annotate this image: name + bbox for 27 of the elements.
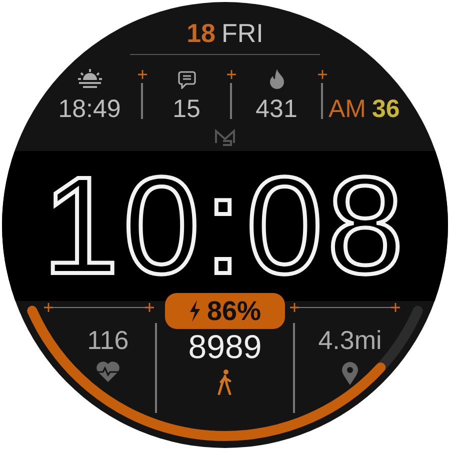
plus-icon[interactable]	[138, 70, 146, 79]
period: AM	[328, 95, 366, 123]
stat-value[interactable]: 4.3mi	[318, 325, 382, 355]
logo-icon	[214, 129, 236, 147]
plus-icon[interactable]	[145, 303, 154, 312]
stat-value[interactable]: 116	[87, 325, 129, 355]
battery-percent: 86%	[206, 294, 262, 328]
stat-value[interactable]: 8989	[188, 329, 262, 365]
time: 10:08	[42, 157, 408, 295]
walking-person-icon	[217, 369, 233, 395]
heart-pulse-icon	[96, 361, 120, 383]
complication-value[interactable]: 15	[172, 95, 200, 123]
weekday: FRI	[222, 18, 264, 48]
seconds: 36	[372, 95, 400, 123]
message-icon	[178, 71, 196, 89]
date-day: 18	[186, 18, 216, 48]
complication-value[interactable]: 18:49	[58, 95, 121, 123]
plus-icon[interactable]	[44, 303, 53, 312]
plus-icon[interactable]	[391, 303, 400, 312]
plus-icon[interactable]	[290, 303, 299, 312]
plus-icon[interactable]	[226, 70, 236, 79]
lightning-icon	[188, 300, 201, 322]
flame-icon	[268, 69, 284, 89]
location-pin-icon	[341, 361, 359, 385]
plus-icon[interactable]	[318, 70, 326, 79]
sunrise-icon	[76, 69, 102, 89]
complication-value[interactable]: 431	[256, 95, 298, 123]
